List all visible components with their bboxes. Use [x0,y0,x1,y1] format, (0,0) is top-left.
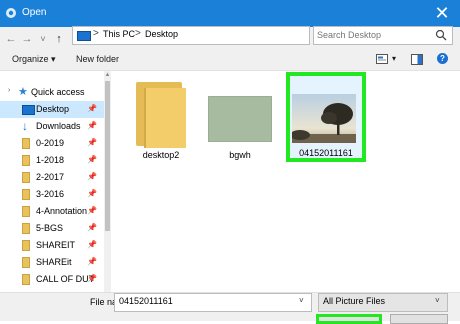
folder-icon [22,257,30,268]
search-icon[interactable] [435,29,447,41]
sidebar-item-call-of-duty[interactable]: CALL OF DUT 📌 [0,271,104,288]
organize-menu[interactable]: Organize ▾ [12,54,56,65]
sidebar-item-0-2019[interactable]: 0-2019 📌 [0,135,104,152]
address-bar[interactable]: > This PC > Desktop ˅ ↻ [72,26,379,45]
help-icon[interactable]: ? [437,53,448,64]
sidebar-item-4-annotation[interactable]: 4-Annotation 📌 [0,203,104,220]
pin-icon[interactable]: 📌 [87,240,97,249]
sidebar-item-label: 1-2018 [36,155,65,165]
scroll-up-arrow-icon[interactable]: ▲ [104,71,111,79]
folder-icon [22,206,30,217]
open-button[interactable] [316,314,382,324]
pin-icon[interactable]: 📌 [87,138,97,147]
cancel-button[interactable] [390,314,448,324]
file-type-select[interactable]: All Picture Files ˅ [318,293,448,312]
folder-icon [22,189,30,200]
pin-icon[interactable]: 📌 [87,206,97,215]
desktop-icon [22,105,35,115]
sidebar-item-5-bgs[interactable]: 5-BGS 📌 [0,220,104,237]
folder-icon [22,155,30,166]
sidebar-item-quick-access[interactable]: › ★ Quick access [0,84,104,101]
sidebar-item-desktop[interactable]: Desktop 📌 [0,101,104,118]
pin-icon[interactable]: 📌 [87,121,97,130]
file-name[interactable]: bgwh [195,150,285,160]
preview-pane-icon[interactable] [411,54,423,65]
sidebar-item-label: Downloads [36,121,81,131]
pin-icon[interactable]: 📌 [87,257,97,266]
search-box[interactable] [313,26,453,45]
sidebar-item-label: 5-BGS [36,223,64,233]
title-bar: Open ✕ [0,0,460,27]
breadcrumb-desktop[interactable]: Desktop [145,29,178,39]
view-options-icon[interactable] [376,54,388,64]
sidebar-item-label: CALL OF DUT [36,274,95,284]
sidebar-item-shareit[interactable]: SHAREit 📌 [0,254,104,271]
breadcrumb-separator: > [93,28,99,39]
pin-icon[interactable]: 📌 [87,155,97,164]
file-thumbnail-bgwh[interactable] [208,96,272,142]
folder-icon [22,274,30,285]
breadcrumb-separator: > [135,28,141,39]
folder-icon [22,172,30,183]
close-button[interactable]: ✕ [428,2,456,24]
app-icon [6,8,16,18]
sidebar-item-label: 2-2017 [36,172,65,182]
expand-chevron-icon[interactable]: › [8,87,10,94]
up-icon[interactable]: ↑ [52,31,66,47]
computer-icon [77,31,91,41]
pin-icon[interactable]: 📌 [87,274,97,283]
image-thumbnail[interactable] [292,94,356,143]
scrollbar-thumb[interactable] [105,81,110,231]
search-input[interactable] [317,29,429,41]
sidebar-item-downloads[interactable]: ↓ Downloads 📌 [0,118,104,135]
pin-icon[interactable]: 📌 [87,104,97,113]
sidebar-item-label: 0-2019 [36,138,65,148]
back-icon[interactable]: ← [4,31,18,47]
navigation-pane: › ★ Quick access Desktop 📌 ↓ Downloads 📌… [0,71,110,292]
breadcrumb-this-pc[interactable]: This PC [103,29,135,39]
sidebar-item-label: Quick access [31,87,85,97]
chevron-down-icon[interactable]: ˅ [435,296,440,305]
file-name-input[interactable]: 04152011161 ˅ [114,293,312,312]
pin-icon[interactable]: 📌 [87,172,97,181]
file-name[interactable]: desktop2 [116,150,206,160]
sidebar-item-label: SHAREit [36,257,72,267]
sidebar-item-label: SHAREIT [36,240,76,250]
window-title: Open [22,7,47,18]
sidebar-item-label: 3-2016 [36,189,65,199]
sidebar-scrollbar[interactable]: ▲ [104,71,111,292]
sidebar-item-label: 4-Annotation [36,206,88,216]
file-type-value: All Picture Files [323,296,386,306]
folder-icon [22,240,30,251]
recent-locations-icon[interactable]: ˅ [36,31,50,47]
command-toolbar [0,49,460,71]
download-icon: ↓ [22,119,28,133]
sidebar-item-2-2017[interactable]: 2-2017 📌 [0,169,104,186]
pin-icon[interactable]: 📌 [87,223,97,232]
sidebar-item-1-2018[interactable]: 1-2018 📌 [0,152,104,169]
file-name[interactable]: 04152011161 [281,148,371,158]
folder-front-shape [144,88,186,148]
folder-icon [22,138,30,149]
folder-icon [22,223,30,234]
forward-icon[interactable]: → [20,31,34,47]
file-name-value[interactable]: 04152011161 [119,296,173,306]
sidebar-item-3-2016[interactable]: 3-2016 📌 [0,186,104,203]
chevron-down-icon[interactable]: ˅ [299,296,304,305]
pin-icon[interactable]: 📌 [87,189,97,198]
star-icon: ★ [18,86,28,98]
view-dropdown-icon[interactable]: ▾ [392,54,396,63]
sidebar-item-shareit-upper[interactable]: SHAREIT 📌 [0,237,104,254]
new-folder-button[interactable]: New folder [76,54,119,64]
sidebar-item-label: Desktop [36,104,70,114]
